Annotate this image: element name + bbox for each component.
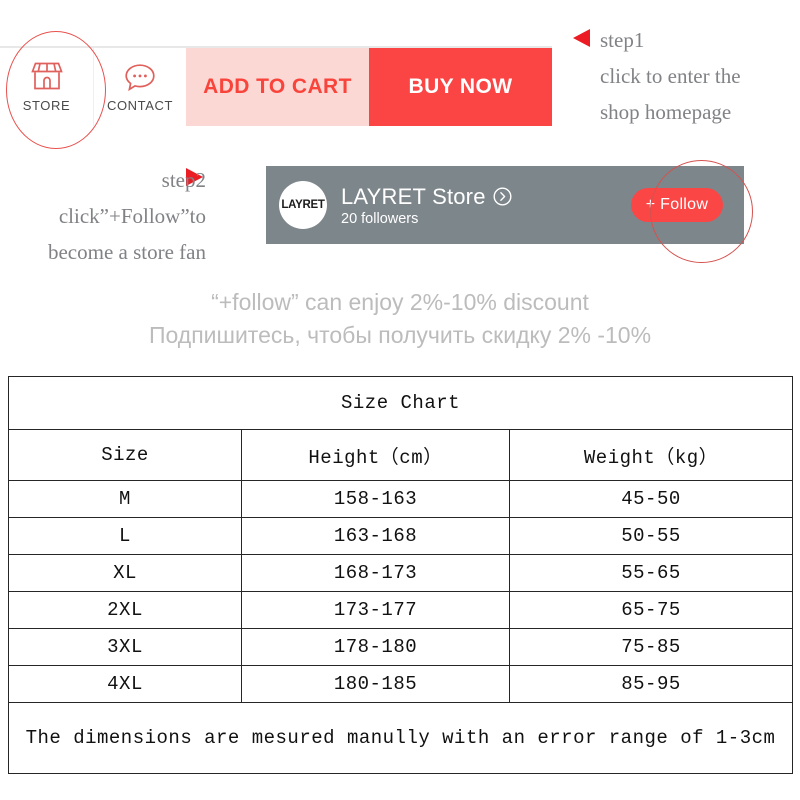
- store-meta: LAYRET Store 20 followers: [341, 184, 512, 227]
- step2-line1: step2: [161, 168, 206, 192]
- cell-weight: 85-95: [508, 665, 794, 703]
- cell-weight: 45-50: [508, 480, 794, 518]
- store-button[interactable]: STORE: [0, 48, 93, 126]
- add-to-cart-button[interactable]: ADD TO CART: [186, 48, 369, 126]
- step1-line2: click to enter the: [600, 64, 741, 88]
- table-footnote-row: The dimensions are mesured manully with …: [7, 702, 794, 774]
- table-row: 2XL 173-177 65-75: [8, 591, 794, 629]
- product-info-page: STORE CONTACT ADD TO CART BUY NOW step1 …: [0, 0, 800, 800]
- size-chart-table: Size Chart Size Height（cm） Weight（kg） M …: [7, 376, 794, 774]
- store-button-label: STORE: [22, 98, 71, 113]
- contact-button[interactable]: CONTACT: [93, 48, 186, 126]
- table-row: 4XL 180-185 85-95: [8, 665, 794, 703]
- table-row: M 158-163 45-50: [8, 480, 794, 518]
- cell-height: 158-163: [241, 480, 510, 518]
- store-banner[interactable]: LAYRET LAYRET Store 20 followers + Follo…: [266, 166, 744, 244]
- store-icon: [30, 61, 64, 93]
- cell-weight: 55-65: [508, 554, 794, 592]
- cell-weight: 50-55: [508, 517, 794, 555]
- contact-button-label: CONTACT: [106, 97, 174, 113]
- size-chart-footnote: The dimensions are mesured manully with …: [7, 702, 794, 774]
- table-title-row: Size Chart: [7, 376, 794, 430]
- step1-annotation: step1 click to enter the shop homepage: [600, 22, 741, 130]
- left-arrow-icon: [573, 29, 590, 47]
- size-chart-title: Size Chart: [7, 376, 794, 430]
- cell-weight: 75-85: [508, 628, 794, 666]
- column-header-weight: Weight（kg）: [508, 429, 794, 481]
- cell-height: 173-177: [241, 591, 510, 629]
- store-name-row[interactable]: LAYRET Store: [341, 184, 512, 210]
- column-header-size: Size: [8, 429, 242, 481]
- cell-size: 3XL: [8, 628, 242, 666]
- cell-size: L: [8, 517, 242, 555]
- circle-chevron-right-icon[interactable]: [493, 187, 512, 206]
- table-header-row: Size Height（cm） Weight（kg）: [8, 429, 794, 481]
- cell-height: 163-168: [241, 517, 510, 555]
- cell-size: 4XL: [8, 665, 242, 703]
- avatar: LAYRET: [279, 181, 327, 229]
- discount-text-russian: Подпишитесь, чтобы получить скидку 2% -1…: [148, 322, 652, 348]
- step2-line3: become a store fan: [47, 240, 206, 264]
- cell-height: 168-173: [241, 554, 510, 592]
- cell-weight: 65-75: [508, 591, 794, 629]
- chat-bubble-icon: [124, 62, 156, 93]
- table-row: 3XL 178-180 75-85: [8, 628, 794, 666]
- store-name: LAYRET Store: [341, 183, 486, 209]
- step2-line2: click”+Follow”to: [58, 204, 206, 228]
- table-row: XL 168-173 55-65: [8, 554, 794, 592]
- table-row: L 163-168 50-55: [8, 517, 794, 555]
- cell-size: XL: [8, 554, 242, 592]
- action-bar: STORE CONTACT ADD TO CART BUY NOW: [0, 46, 552, 126]
- step1-line1: step1: [600, 28, 645, 52]
- step2-annotation: step2 click”+Follow”to become a store fa…: [14, 162, 254, 270]
- cell-size: 2XL: [8, 591, 242, 629]
- step1-line3: shop homepage: [600, 100, 732, 124]
- discount-text-english: “+follow” can enjoy 2%-10% discount: [211, 289, 589, 315]
- follow-button[interactable]: + Follow: [631, 188, 723, 222]
- buy-now-button[interactable]: BUY NOW: [369, 48, 552, 126]
- cell-height: 178-180: [241, 628, 510, 666]
- cell-height: 180-185: [241, 665, 510, 703]
- follower-count: 20 followers: [341, 210, 419, 227]
- column-header-height: Height（cm）: [241, 429, 510, 481]
- cell-size: M: [8, 480, 242, 518]
